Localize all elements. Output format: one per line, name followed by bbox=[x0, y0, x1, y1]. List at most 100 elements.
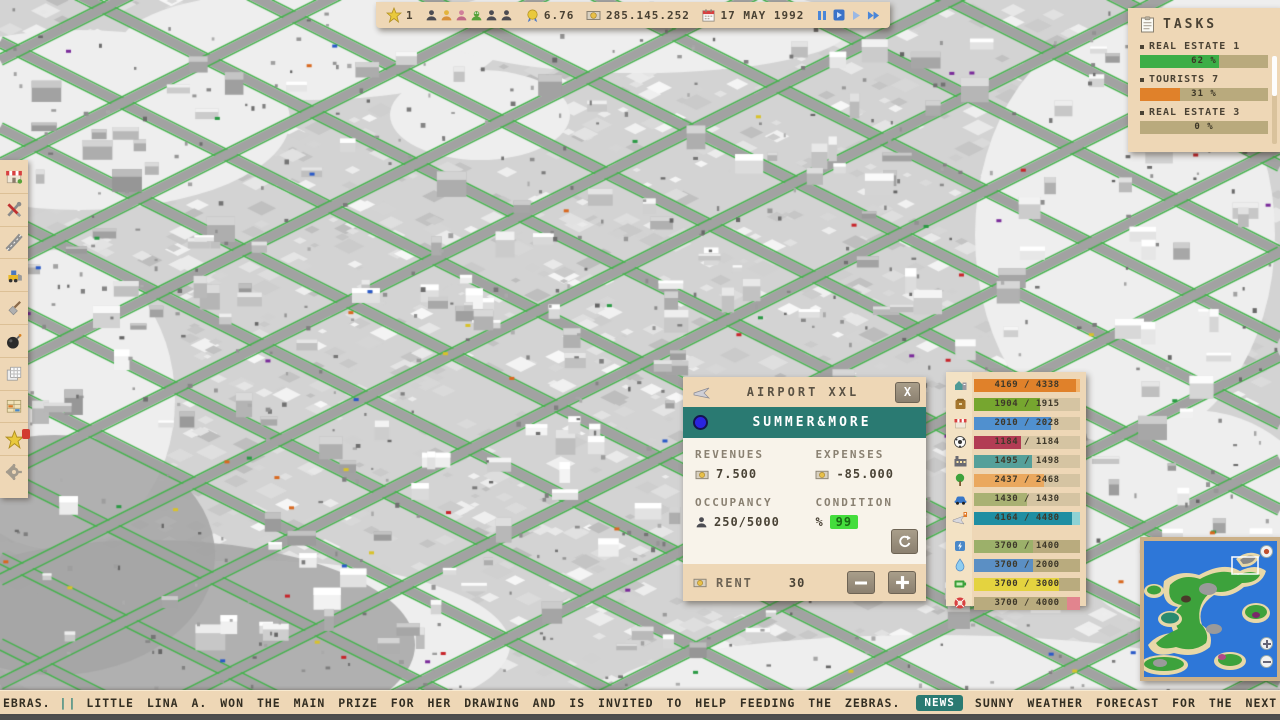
rating-value: 6.76 bbox=[544, 9, 575, 22]
occupancy-value: 250/5000 bbox=[714, 515, 780, 529]
playback-controls bbox=[816, 8, 880, 22]
refresh-icon bbox=[897, 534, 912, 549]
task-label: REAL ESTATE 1 bbox=[1149, 41, 1240, 52]
rent-decrease-button[interactable] bbox=[847, 571, 875, 594]
money-icon bbox=[586, 8, 602, 22]
sidebar-item-market[interactable] bbox=[0, 160, 28, 193]
tools-icon bbox=[5, 201, 23, 219]
sidebar-item-achievements[interactable] bbox=[0, 422, 28, 455]
game-screen: 1 6.76 285.145.252 17 MAY 1992 bbox=[0, 0, 1280, 720]
plus-icon bbox=[895, 575, 910, 590]
energy-icon bbox=[950, 577, 970, 591]
step-button[interactable] bbox=[833, 8, 846, 22]
task-item[interactable]: REAL ESTATE 1 62 % bbox=[1140, 41, 1268, 68]
sidebar-item-settings[interactable] bbox=[0, 455, 28, 488]
market-icon bbox=[5, 167, 23, 185]
expenses-value: -85.000 bbox=[836, 467, 894, 481]
road-icon bbox=[5, 233, 23, 251]
task-label: TOURISTS 7 bbox=[1149, 74, 1219, 85]
play-button[interactable] bbox=[850, 8, 863, 22]
notification-badge bbox=[22, 429, 30, 439]
stats-value: 3700 / 2000 bbox=[974, 559, 1080, 572]
fast-forward-button[interactable] bbox=[867, 8, 880, 22]
citizen-icon bbox=[500, 9, 513, 22]
condition-badge: 99 bbox=[830, 515, 858, 529]
task-item[interactable]: TOURISTS 7 31 % bbox=[1140, 74, 1268, 101]
traffic-icon bbox=[950, 492, 970, 506]
level-value: 1 bbox=[406, 9, 414, 22]
news-ticker: EBRAS. || LITTLE LINA A. WON THE MAIN PR… bbox=[0, 690, 1280, 714]
money-icon bbox=[815, 468, 830, 481]
tasks-panel: TASKS REAL ESTATE 1 62 % TOURISTS 7 31 %… bbox=[1128, 8, 1280, 152]
calendar-icon bbox=[701, 8, 716, 23]
medal-icon bbox=[525, 8, 540, 23]
dialog-body: REVENUES EXPENSES 7.500 -85.000 OCCUPANC… bbox=[683, 438, 926, 564]
bullet-icon bbox=[1140, 111, 1144, 115]
ticker-separator: || bbox=[60, 696, 78, 710]
stats-value: 3700 / 1400 bbox=[974, 540, 1080, 553]
minimap[interactable] bbox=[1140, 537, 1280, 681]
plus-icon bbox=[1263, 640, 1271, 648]
sidebar-item-statistics[interactable] bbox=[0, 390, 28, 423]
industry-icon bbox=[950, 454, 970, 468]
scrollbar-thumb[interactable] bbox=[1272, 56, 1277, 96]
sidebar-item-blueprints[interactable] bbox=[0, 357, 28, 390]
city-map-canvas[interactable] bbox=[0, 0, 1280, 720]
stats-value: 2010 / 2028 bbox=[974, 417, 1080, 430]
stats-row: 3700 / 2000 bbox=[950, 558, 1080, 572]
date-value: 17 MAY 1992 bbox=[720, 9, 804, 22]
ticker-message: LITTLE LINA A. WON THE MAIN PRIZE FOR HE… bbox=[86, 696, 900, 710]
expenses-label: EXPENSES bbox=[815, 448, 914, 461]
clipboard-icon bbox=[1140, 16, 1155, 33]
building-dialog: AIRPORT XXL X SUMMER&MORE REVENUES EXPEN… bbox=[683, 377, 926, 601]
stats-row: 2437 / 2468 bbox=[950, 473, 1080, 487]
task-percent: 31 % bbox=[1140, 88, 1268, 101]
stats-value: 1430 / 1430 bbox=[974, 493, 1080, 506]
date-group: 17 MAY 1992 bbox=[701, 8, 804, 23]
dialog-header: AIRPORT XXL X bbox=[683, 377, 926, 407]
city-stats-panel: 4169 / 4338 1904 / 1915 2010 / 2028 1184… bbox=[946, 372, 1086, 606]
minus-icon bbox=[1263, 658, 1271, 666]
minimap-locate-button[interactable] bbox=[1260, 545, 1273, 558]
stats-row: 1430 / 1430 bbox=[950, 492, 1080, 506]
sidebar-item-terrain[interactable] bbox=[0, 291, 28, 324]
star-icon bbox=[5, 430, 24, 449]
minimap-zoom-in-button[interactable] bbox=[1260, 637, 1273, 650]
stats-value: 2437 / 2468 bbox=[974, 474, 1080, 487]
task-label: REAL ESTATE 3 bbox=[1149, 107, 1240, 118]
tasks-header: TASKS bbox=[1140, 16, 1268, 33]
rent-label: RENT bbox=[716, 576, 753, 590]
stats-row: 4164 / 4480 bbox=[950, 511, 1080, 525]
sidebar-item-bulldozer[interactable] bbox=[0, 258, 28, 291]
minimap-zoom-out-button[interactable] bbox=[1260, 655, 1273, 668]
power-icon bbox=[950, 539, 970, 553]
hotel-icon bbox=[950, 397, 970, 411]
stats-value: 1184 / 1184 bbox=[974, 436, 1080, 449]
shovel-icon bbox=[5, 299, 23, 317]
minus-icon bbox=[854, 576, 868, 590]
gear-icon bbox=[5, 463, 23, 481]
stats-value: 1495 / 1498 bbox=[974, 455, 1080, 468]
close-button[interactable]: X bbox=[895, 382, 920, 403]
sidebar-item-tools[interactable] bbox=[0, 193, 28, 226]
stats-value: 3700 / 4000 bbox=[974, 597, 1080, 610]
refresh-button[interactable] bbox=[891, 529, 918, 554]
sidebar-item-demolish[interactable] bbox=[0, 324, 28, 357]
stats-row: 3700 / 4000 bbox=[950, 596, 1080, 610]
money-icon bbox=[693, 576, 708, 589]
person-icon bbox=[695, 516, 708, 529]
statistics-icon bbox=[5, 397, 23, 415]
citizen-icon bbox=[440, 9, 453, 22]
pause-button[interactable] bbox=[816, 8, 829, 22]
sidebar-item-roads[interactable] bbox=[0, 226, 28, 259]
top-status-bar: 1 6.76 285.145.252 17 MAY 1992 bbox=[376, 2, 890, 28]
tasks-scrollbar[interactable] bbox=[1272, 56, 1277, 144]
task-progress-bar: 62 % bbox=[1140, 55, 1268, 68]
rent-increase-button[interactable] bbox=[888, 571, 916, 594]
rent-value: 30 bbox=[789, 576, 839, 590]
dialog-footer: RENT 30 bbox=[683, 564, 926, 601]
stats-value: 3700 / 3000 bbox=[974, 578, 1080, 591]
task-item[interactable]: REAL ESTATE 3 0 % bbox=[1140, 107, 1268, 134]
tasks-title: TASKS bbox=[1163, 17, 1217, 32]
revenues-label: REVENUES bbox=[695, 448, 815, 461]
